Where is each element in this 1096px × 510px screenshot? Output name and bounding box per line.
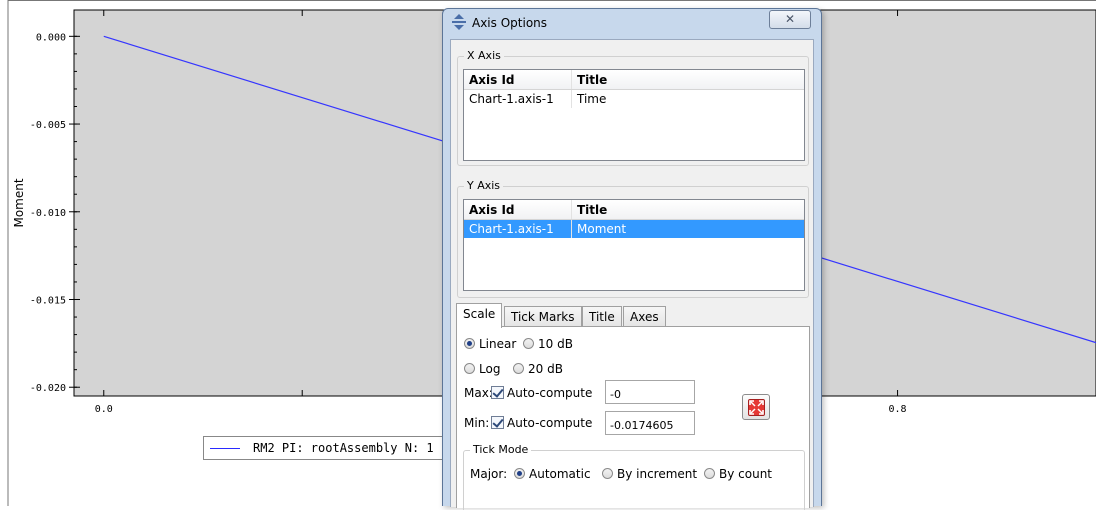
dialog-body: X Axis Axis Id Title Chart-1.axis-1 Time… [450, 39, 814, 510]
tab-axes[interactable]: Axes [623, 306, 666, 327]
column-header-axis-id[interactable]: Axis Id [464, 200, 572, 219]
db10-radio[interactable]: 10 dB [523, 337, 573, 351]
radio-selected-icon [514, 468, 525, 479]
min-auto-compute-checkbox[interactable]: Auto-compute [491, 416, 592, 430]
checkbox-checked-icon [491, 386, 504, 399]
x-axis-table: Axis Id Title Chart-1.axis-1 Time [463, 69, 805, 161]
linear-radio[interactable]: Linear [464, 337, 516, 351]
min-value-input[interactable] [605, 411, 695, 435]
db20-radio[interactable]: 20 dB [513, 362, 563, 376]
radio-icon [513, 363, 524, 374]
radio-icon [464, 363, 475, 374]
scale-tab-panel: Linear 10 dB Log 20 dB Max: Auto-compute… [456, 326, 810, 510]
radio-icon [602, 468, 613, 479]
y-axis-label: Moment [12, 178, 26, 227]
y-axis-group-label: Y Axis [464, 179, 504, 192]
automatic-label: Automatic [529, 467, 591, 481]
table-header: Axis Id Title [464, 70, 804, 90]
column-header-title[interactable]: Title [572, 70, 804, 89]
move-arrows-icon [452, 14, 466, 30]
db20-label: 20 dB [528, 362, 563, 376]
dialog-titlebar[interactable]: Axis Options ✕ [443, 9, 821, 37]
legend-entry-label: RM2 PI: rootAssembly N: 1 [253, 441, 434, 455]
axis-id-cell: Chart-1.axis-1 [464, 220, 572, 238]
x-tick-label: 0.8 [889, 404, 907, 415]
tick-mode-group-label: Tick Mode [470, 443, 532, 456]
axis-title-cell: Moment [577, 222, 627, 236]
tab-scale[interactable]: Scale [456, 303, 503, 328]
by-count-label: By count [719, 467, 773, 481]
y-tick-label: 0.000 [36, 32, 66, 43]
axis-options-dialog: Axis Options ✕ X Axis Axis Id Title Char… [442, 8, 822, 510]
max-label: Max: [464, 386, 493, 400]
legend-line-swatch [210, 447, 240, 449]
tab-strip: Scale Tick Marks Title Axes [456, 303, 810, 328]
y-tick-label: -0.020 [30, 383, 66, 394]
max-auto-compute-checkbox[interactable]: Auto-compute [491, 386, 592, 400]
tab-tick-marks[interactable]: Tick Marks [504, 306, 582, 327]
y-axis-table: Axis Id Title Chart-1.axis-1 Moment [463, 199, 805, 291]
x-tick-label: 0.0 [95, 404, 113, 415]
x-axis-group-label: X Axis [464, 49, 504, 62]
y-tick-label: -0.005 [30, 120, 66, 131]
auto-compute-label: Auto-compute [507, 386, 593, 400]
radio-selected-icon [464, 338, 475, 349]
auto-fit-button[interactable] [742, 394, 770, 420]
automatic-radio[interactable]: Automatic [514, 467, 591, 481]
radio-icon [523, 338, 534, 349]
db10-label: 10 dB [538, 337, 573, 351]
y-tick-label: -0.015 [30, 296, 66, 307]
column-header-title[interactable]: Title [572, 200, 804, 219]
y-tick-label: -0.010 [30, 208, 66, 219]
tab-title[interactable]: Title [582, 306, 622, 327]
close-icon: ✕ [784, 12, 796, 26]
by-increment-radio[interactable]: By increment [602, 467, 697, 481]
expand-arrows-icon [748, 399, 765, 416]
table-row[interactable]: Chart-1.axis-1 Time [464, 90, 804, 108]
auto-compute-label: Auto-compute [507, 416, 593, 430]
by-count-radio[interactable]: By count [704, 467, 772, 481]
min-label: Min: [464, 416, 490, 430]
close-button[interactable]: ✕ [769, 10, 811, 29]
dialog-title: Axis Options [472, 16, 548, 30]
log-radio[interactable]: Log [464, 362, 500, 376]
axis-id-cell: Chart-1.axis-1 [464, 90, 572, 108]
major-label: Major: [470, 467, 508, 481]
tick-mode-group: Tick Mode Major: Automatic By increment … [463, 443, 805, 510]
axis-title-cell: Time [577, 92, 607, 106]
table-row[interactable]: Chart-1.axis-1 Moment [464, 220, 804, 238]
chart-legend: RM2 PI: rootAssembly N: 1 [203, 436, 463, 460]
radio-icon [704, 468, 715, 479]
column-header-axis-id[interactable]: Axis Id [464, 70, 572, 89]
y-axis-group: Y Axis Axis Id Title Chart-1.axis-1 Mome… [457, 179, 809, 298]
linear-label: Linear [479, 337, 517, 351]
by-increment-label: By increment [617, 467, 698, 481]
max-value-input[interactable] [605, 380, 695, 404]
checkbox-checked-icon [491, 416, 504, 429]
log-label: Log [479, 362, 501, 376]
table-header: Axis Id Title [464, 200, 804, 220]
x-axis-group: X Axis Axis Id Title Chart-1.axis-1 Time [457, 49, 809, 166]
